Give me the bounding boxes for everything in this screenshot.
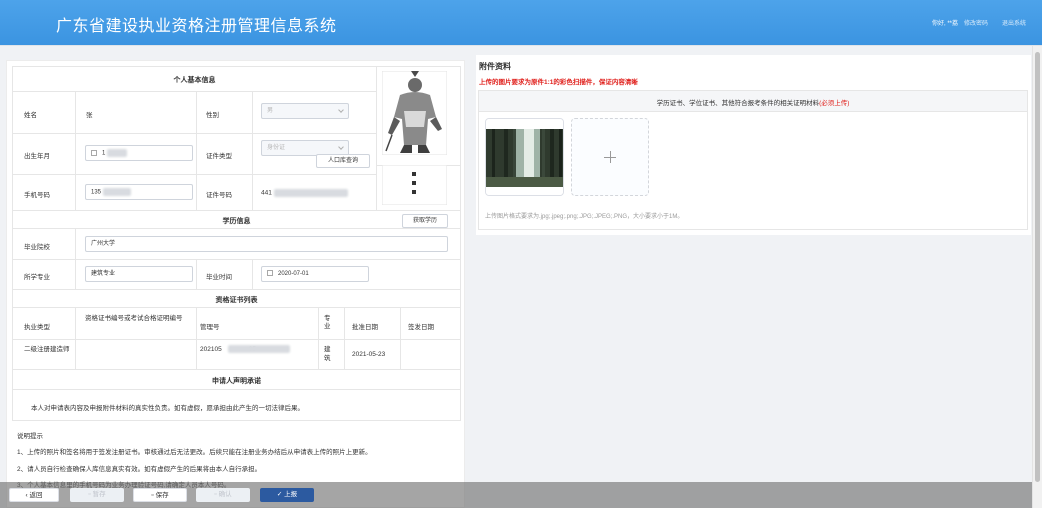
- id-number-label: 证件号码: [206, 192, 232, 199]
- submit-button[interactable]: ✓ 上报: [260, 488, 314, 502]
- temp-save-button[interactable]: ▫ 暂存: [70, 488, 124, 502]
- dob-input[interactable]: 1: [85, 145, 193, 161]
- add-image-button[interactable]: [571, 118, 649, 196]
- required-tag: (必须上传): [819, 100, 850, 107]
- school-label: 毕业院校: [24, 244, 50, 251]
- user-greeting: 你好, **荔: [931, 21, 958, 27]
- cell: [76, 308, 197, 340]
- cell: [401, 340, 461, 370]
- name-label: 姓名: [24, 112, 37, 119]
- column-header: 专业: [324, 315, 331, 330]
- signature-image[interactable]: [382, 165, 447, 205]
- attachment-box-title-text: 学历证书、学位证书、其他符合报考条件的相关证明材料: [656, 100, 820, 107]
- chevron-down-icon: [338, 107, 344, 113]
- major-label: 所学专业: [24, 274, 50, 281]
- applicant-photo[interactable]: [382, 71, 447, 155]
- notes-title: 说明提示: [17, 433, 43, 440]
- phone-value: 135: [91, 189, 102, 196]
- phone-label: 手机号码: [24, 192, 50, 199]
- logout-link[interactable]: 退出系统: [1002, 18, 1026, 27]
- cell: [319, 340, 345, 370]
- plus-icon: [610, 151, 611, 163]
- attachment-box-title: 学历证书、学位证书、其他符合报考条件的相关证明材料(必须上传): [478, 97, 1028, 107]
- gender-select[interactable]: 男: [261, 103, 349, 119]
- id-type-label: 证件类型: [206, 153, 232, 160]
- column-header: 批准日期: [352, 324, 378, 331]
- redacted-mask: [273, 189, 348, 197]
- redacted-mask: [102, 188, 131, 196]
- education-title: 学历信息: [222, 218, 251, 225]
- phone-input[interactable]: 135: [85, 184, 193, 200]
- attachments-warning: 上传的图片要求为原件1:1的彩色扫描件，保证内容清晰: [479, 79, 638, 86]
- column-header: 签发日期: [408, 324, 434, 331]
- row-divider: [12, 66, 377, 92]
- column-header: 执业类型: [24, 324, 50, 331]
- gender-label: 性别: [206, 112, 219, 119]
- attachments-title: 附件资料: [479, 62, 511, 71]
- major-cell: 建筑: [324, 346, 331, 362]
- top-header: 广东省建设执业资格注册管理信息系统 你好, **荔 修改密码 退出系统: [0, 0, 1042, 46]
- grad-time-input[interactable]: 2020-07-01: [261, 266, 369, 282]
- id-number-prefix: 441: [261, 189, 272, 197]
- column-header: 资格证书编号或考试合格证明编号: [85, 315, 183, 322]
- confirm-button[interactable]: ▫ 确认: [196, 488, 250, 502]
- dob-value: 1: [102, 150, 106, 157]
- uploaded-image-thumbnail[interactable]: [485, 118, 564, 196]
- save-button[interactable]: ▫ 保存: [133, 488, 187, 502]
- name-value: 张: [86, 112, 106, 119]
- dob-label: 出生年月: [24, 153, 50, 160]
- id-number-value: 441: [261, 189, 348, 197]
- major-input[interactable]: 建筑专业: [85, 266, 193, 282]
- submit-label: 上报: [284, 491, 298, 498]
- redacted-mask: [107, 149, 128, 157]
- note-item: 1、上传的照片和签名将用于签发注册证书。审核通过后无法更改。后续只能在注册业务办…: [17, 449, 372, 456]
- cell: [12, 92, 76, 134]
- school-input[interactable]: 广州大学: [85, 236, 448, 252]
- back-button[interactable]: ‹ 返回: [9, 488, 59, 502]
- application-form: 个人基本信息 姓名 张 性别 男 出生年月 1 证件类型 身份证 人口库查询 手…: [6, 60, 465, 508]
- forest-image: [486, 119, 563, 195]
- fetch-education-button[interactable]: 获取学历: [402, 214, 448, 228]
- cell: [76, 340, 197, 370]
- gender-value: 男: [267, 108, 274, 114]
- id-type-value: 身份证: [267, 145, 286, 151]
- page-scrollbar[interactable]: [1032, 46, 1042, 508]
- grad-time-value: 2020-07-01: [278, 271, 309, 277]
- change-password-link[interactable]: 修改密码: [964, 18, 988, 27]
- declaration-title: 申请人声明承诺: [212, 378, 261, 385]
- redacted-mask: [228, 345, 290, 353]
- save-label: 保存: [155, 492, 169, 499]
- confirm-label: 确认: [218, 491, 232, 498]
- scrollbar-thumb[interactable]: [1035, 52, 1040, 482]
- declaration-text: 本人对申请表内容及申报附件材料的真实性负责。如有虚假，愿承担由此产生的一切法律后…: [31, 405, 304, 412]
- app-title: 广东省建设执业资格注册管理信息系统: [56, 18, 337, 35]
- calendar-icon: [91, 150, 97, 156]
- cert-type-cell: 二级注册建造师: [24, 346, 70, 353]
- upload-format-hint: 上传图片格式要求为.jpg;.jpeg;.png;.JPG;.JPEG;.PNG…: [485, 214, 684, 220]
- calendar-icon: [267, 270, 273, 277]
- certificates-title: 资格证书列表: [215, 297, 258, 304]
- approval-date-cell: 2021-05-23: [352, 351, 386, 358]
- chevron-down-icon: [338, 144, 344, 150]
- note-item: 2、请人员自行检查确保人库信息真实有效。如有虚假产生的后果将由本人自行承担。: [17, 466, 262, 473]
- back-label: 返回: [29, 492, 43, 499]
- column-header: 管理号: [200, 324, 220, 331]
- population-lookup-button[interactable]: 人口库查询: [316, 154, 370, 168]
- grad-time-label: 毕业时间: [206, 274, 232, 281]
- temp-save-label: 暂存: [92, 491, 106, 498]
